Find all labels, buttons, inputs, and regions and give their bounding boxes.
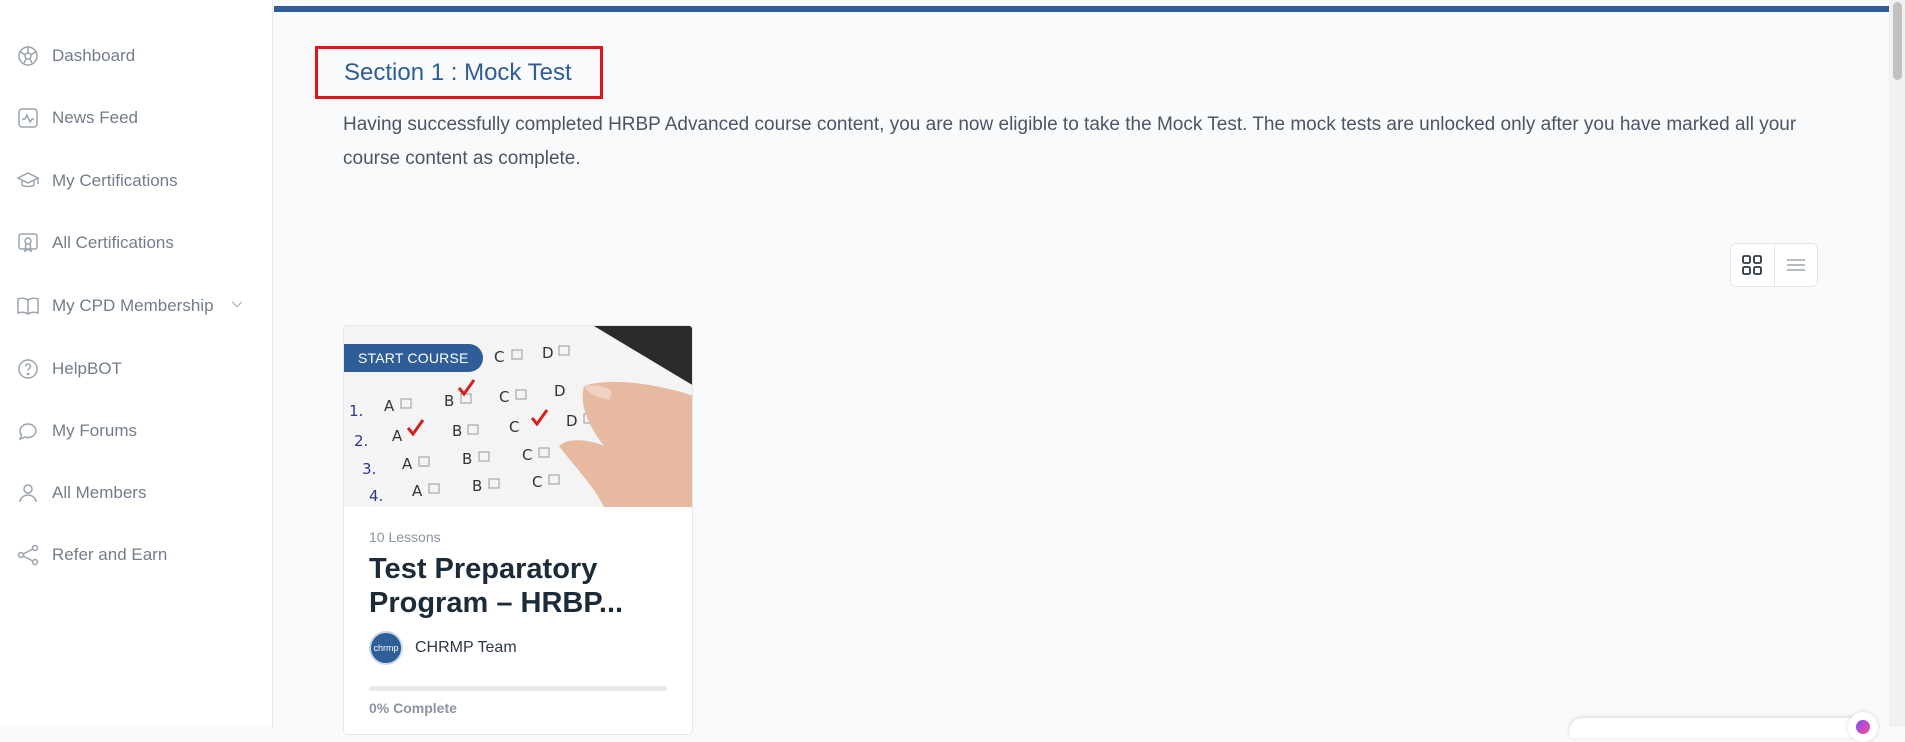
svg-text:2.: 2. <box>354 432 368 450</box>
course-thumbnail[interactable]: ABCD 1.ABCD 2.ABCD 3.ABC 4.ABC START COU… <box>344 326 692 507</box>
graduation-cap-icon <box>15 168 41 194</box>
user-icon <box>15 480 41 506</box>
help-icon <box>15 356 41 382</box>
sidebar-item-label: All Members <box>52 483 147 502</box>
chat-icon <box>15 418 41 444</box>
svg-text:B: B <box>452 422 462 440</box>
sidebar-item-helpbot[interactable]: HelpBOT <box>15 354 255 384</box>
sidebar-item-my-forums[interactable]: My Forums <box>15 416 255 446</box>
svg-text:D: D <box>542 344 554 362</box>
sidebar-item-refer-and-earn[interactable]: Refer and Earn <box>15 540 255 570</box>
svg-text:D: D <box>566 412 578 430</box>
sidebar-item-label: Dashboard <box>52 46 136 65</box>
sidebar-item-dashboard[interactable]: Dashboard <box>15 41 255 71</box>
svg-text:B: B <box>472 477 482 495</box>
sidebar-item-label: My CPD Membership <box>52 296 214 315</box>
view-toggle <box>1730 243 1818 287</box>
list-view-button[interactable] <box>1775 244 1818 286</box>
sidebar-item-label: My Certifications <box>52 171 178 190</box>
sidebar-item-label: All Certifications <box>52 233 174 252</box>
course-title[interactable]: Test Preparatory Program – HRBP... <box>369 552 679 620</box>
svg-text:A: A <box>392 427 403 445</box>
share-icon <box>15 542 41 568</box>
dashboard-icon <box>15 43 41 69</box>
sidebar-item-label: HelpBOT <box>52 359 122 378</box>
sidebar-item-news-feed[interactable]: News Feed <box>15 103 255 133</box>
svg-text:B: B <box>462 450 472 468</box>
svg-text:A: A <box>402 455 413 473</box>
sidebar: Dashboard News Feed My Certifications Al… <box>0 0 273 727</box>
svg-text:4.: 4. <box>369 487 383 505</box>
course-author: chrmp CHRMP Team <box>369 631 517 665</box>
grid-view-button[interactable] <box>1731 244 1775 286</box>
list-icon <box>1786 259 1805 271</box>
svg-text:1.: 1. <box>349 402 363 420</box>
svg-text:C: C <box>522 446 532 464</box>
activity-icon <box>15 105 41 131</box>
lesson-count: 10 Lessons <box>369 529 441 545</box>
svg-text:A: A <box>412 482 423 500</box>
sidebar-item-label: My Forums <box>52 421 137 440</box>
svg-text:C: C <box>509 418 519 436</box>
sidebar-item-label: Refer and Earn <box>52 545 168 564</box>
chevron-down-icon[interactable] <box>229 296 245 317</box>
chat-widget-panel[interactable] <box>1570 718 1870 738</box>
progress-label: 0% Complete <box>369 700 457 716</box>
svg-text:C: C <box>494 348 504 366</box>
section-title: Section 1 : Mock Test <box>344 58 572 86</box>
svg-text:D: D <box>554 382 566 400</box>
svg-text:A: A <box>384 397 395 415</box>
section-intro: Having successfully completed HRBP Advan… <box>343 114 1797 169</box>
sidebar-item-all-certifications[interactable]: All Certifications <box>15 228 255 258</box>
start-course-badge[interactable]: START COURSE <box>344 344 483 372</box>
top-accent-bar <box>274 6 1889 12</box>
svg-text:C: C <box>532 473 542 491</box>
sidebar-item-my-certifications[interactable]: My Certifications <box>15 166 255 196</box>
chat-widget-icon[interactable] <box>1848 712 1878 742</box>
page-scrollbar[interactable] <box>1889 0 1905 727</box>
svg-text:3.: 3. <box>362 460 376 478</box>
progress-bar <box>369 686 667 691</box>
course-card[interactable]: ABCD 1.ABCD 2.ABCD 3.ABC 4.ABC START COU… <box>343 325 693 735</box>
svg-text:B: B <box>444 392 454 410</box>
scrollbar-thumb[interactable] <box>1893 2 1902 80</box>
sidebar-item-all-members[interactable]: All Members <box>15 478 255 508</box>
grid-icon <box>1742 255 1763 275</box>
certificate-icon <box>15 230 41 256</box>
author-avatar: chrmp <box>369 631 403 665</box>
sidebar-item-label: News Feed <box>52 108 138 127</box>
svg-text:C: C <box>499 388 509 406</box>
section-title-highlight: Section 1 : Mock Test <box>315 46 603 99</box>
sidebar-item-my-cpd-membership[interactable]: My CPD Membership <box>15 291 255 321</box>
author-name: CHRMP Team <box>415 639 517 656</box>
book-icon <box>15 293 41 319</box>
